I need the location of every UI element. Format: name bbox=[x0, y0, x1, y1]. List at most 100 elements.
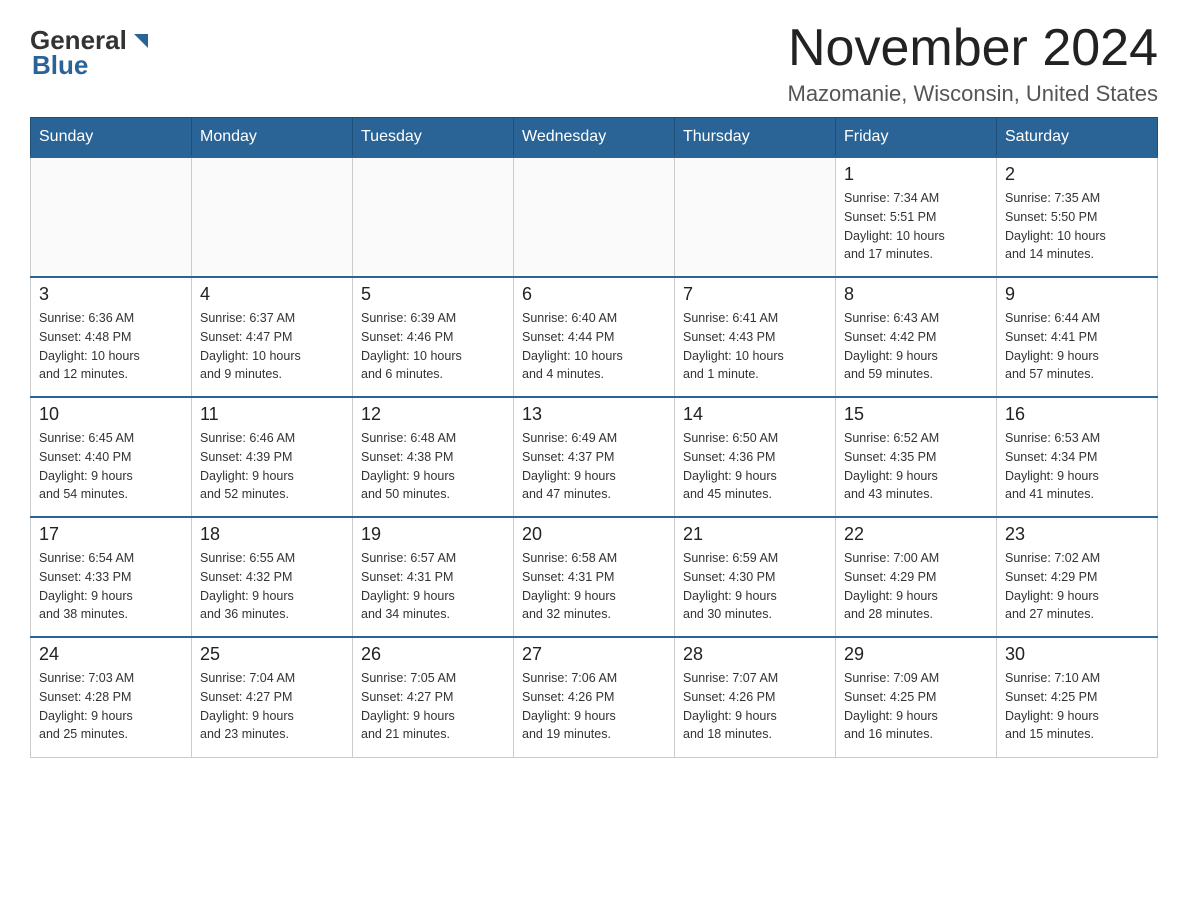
calendar-cell: 13Sunrise: 6:49 AM Sunset: 4:37 PM Dayli… bbox=[514, 397, 675, 517]
day-number: 12 bbox=[361, 404, 505, 425]
month-title: November 2024 bbox=[788, 20, 1159, 77]
location-subtitle: Mazomanie, Wisconsin, United States bbox=[788, 81, 1159, 107]
day-info: Sunrise: 6:37 AM Sunset: 4:47 PM Dayligh… bbox=[200, 309, 344, 384]
weekday-header-row: SundayMondayTuesdayWednesdayThursdayFrid… bbox=[31, 118, 1158, 158]
day-info: Sunrise: 6:57 AM Sunset: 4:31 PM Dayligh… bbox=[361, 549, 505, 624]
calendar-cell: 12 Sunrise: 6:48 AM Sunset: 4:38 PM Dayli… bbox=[353, 397, 514, 517]
day-number: 18 bbox=[200, 524, 344, 545]
day-info: Sunrise: 6:44 AM Sunset: 4:41 PM Dayligh… bbox=[1005, 309, 1149, 384]
day-info: Sunrise: 6:55 AM Sunset: 4:32 PM Dayligh… bbox=[200, 549, 344, 624]
calendar-cell: 14 Sunrise: 6:50 AM Sunset: 4:36 PM Dayli… bbox=[675, 397, 836, 517]
calendar-cell: 16Sunrise: 6:53 AM Sunset: 4:34 PM Dayli… bbox=[997, 397, 1158, 517]
calendar-cell: 17Sunrise: 6:54 AM Sunset: 4:33 PM Dayli… bbox=[31, 517, 192, 637]
day-info: Sunrise: 7:00 AM Sunset: 4:29 PM Dayligh… bbox=[844, 549, 988, 624]
day-info: Sunrise: 7:04 AM Sunset: 4:27 PM Dayligh… bbox=[200, 669, 344, 744]
calendar-cell: 21 Sunrise: 6:59 AM Sunset: 4:30 PM Dayli… bbox=[675, 517, 836, 637]
calendar-cell: 9 Sunrise: 6:44 AM Sunset: 4:41 PM Daylig… bbox=[997, 277, 1158, 397]
day-info: Sunrise: 6:52 AM Sunset: 4:35 PM Dayligh… bbox=[844, 429, 988, 504]
day-info: Sunrise: 7:05 AM Sunset: 4:27 PM Dayligh… bbox=[361, 669, 505, 744]
logo-blue: Blue bbox=[32, 50, 88, 81]
day-number: 19 bbox=[361, 524, 505, 545]
day-number: 26 bbox=[361, 644, 505, 665]
week-row-3: 10 Sunrise: 6:45 AM Sunset: 4:40 PM Dayli… bbox=[31, 397, 1158, 517]
day-number: 16 bbox=[1005, 404, 1149, 425]
day-info: Sunrise: 6:40 AM Sunset: 4:44 PM Dayligh… bbox=[522, 309, 666, 384]
day-info: Sunrise: 6:43 AM Sunset: 4:42 PM Dayligh… bbox=[844, 309, 988, 384]
day-info: Sunrise: 7:02 AM Sunset: 4:29 PM Dayligh… bbox=[1005, 549, 1149, 624]
day-info: Sunrise: 6:59 AM Sunset: 4:30 PM Dayligh… bbox=[683, 549, 827, 624]
day-number: 30 bbox=[1005, 644, 1149, 665]
weekday-header-friday: Friday bbox=[836, 118, 997, 158]
day-info: Sunrise: 6:46 AM Sunset: 4:39 PM Dayligh… bbox=[200, 429, 344, 504]
weekday-header-monday: Monday bbox=[192, 118, 353, 158]
day-number: 8 bbox=[844, 284, 988, 305]
day-number: 29 bbox=[844, 644, 988, 665]
weekday-header-wednesday: Wednesday bbox=[514, 118, 675, 158]
logo: General Blue bbox=[30, 20, 151, 81]
calendar-cell: 30 Sunrise: 7:10 AM Sunset: 4:25 PM Dayli… bbox=[997, 637, 1158, 757]
day-number: 11 bbox=[200, 404, 344, 425]
day-info: Sunrise: 7:07 AM Sunset: 4:26 PM Dayligh… bbox=[683, 669, 827, 744]
day-number: 20 bbox=[522, 524, 666, 545]
day-info: Sunrise: 6:50 AM Sunset: 4:36 PM Dayligh… bbox=[683, 429, 827, 504]
calendar-cell: 15 Sunrise: 6:52 AM Sunset: 4:35 PM Dayli… bbox=[836, 397, 997, 517]
weekday-header-tuesday: Tuesday bbox=[353, 118, 514, 158]
day-info: Sunrise: 7:34 AM Sunset: 5:51 PM Dayligh… bbox=[844, 189, 988, 264]
calendar-cell: 2 Sunrise: 7:35 AM Sunset: 5:50 PM Daylig… bbox=[997, 157, 1158, 277]
calendar-cell: 7Sunrise: 6:41 AM Sunset: 4:43 PM Daylig… bbox=[675, 277, 836, 397]
calendar-cell: 19 Sunrise: 6:57 AM Sunset: 4:31 PM Dayli… bbox=[353, 517, 514, 637]
weekday-header-sunday: Sunday bbox=[31, 118, 192, 158]
calendar-cell: 6 Sunrise: 6:40 AM Sunset: 4:44 PM Daylig… bbox=[514, 277, 675, 397]
calendar-cell: 26 Sunrise: 7:05 AM Sunset: 4:27 PM Dayli… bbox=[353, 637, 514, 757]
day-number: 28 bbox=[683, 644, 827, 665]
day-number: 6 bbox=[522, 284, 666, 305]
day-number: 5 bbox=[361, 284, 505, 305]
calendar-cell: 10 Sunrise: 6:45 AM Sunset: 4:40 PM Dayli… bbox=[31, 397, 192, 517]
calendar-cell: 5 Sunrise: 6:39 AM Sunset: 4:46 PM Daylig… bbox=[353, 277, 514, 397]
title-section: November 2024 Mazomanie, Wisconsin, Unit… bbox=[788, 20, 1159, 107]
day-number: 9 bbox=[1005, 284, 1149, 305]
calendar-cell: 27Sunrise: 7:06 AM Sunset: 4:26 PM Dayli… bbox=[514, 637, 675, 757]
day-number: 21 bbox=[683, 524, 827, 545]
calendar-cell: 25 Sunrise: 7:04 AM Sunset: 4:27 PM Dayli… bbox=[192, 637, 353, 757]
day-number: 17 bbox=[39, 524, 183, 545]
week-row-1: 1 Sunrise: 7:34 AM Sunset: 5:51 PM Daylig… bbox=[31, 157, 1158, 277]
calendar-cell: 28 Sunrise: 7:07 AM Sunset: 4:26 PM Dayli… bbox=[675, 637, 836, 757]
day-number: 22 bbox=[844, 524, 988, 545]
calendar-cell bbox=[31, 157, 192, 277]
day-info: Sunrise: 7:10 AM Sunset: 4:25 PM Dayligh… bbox=[1005, 669, 1149, 744]
calendar-cell bbox=[353, 157, 514, 277]
calendar-cell: 18 Sunrise: 6:55 AM Sunset: 4:32 PM Dayli… bbox=[192, 517, 353, 637]
page-header: General Blue November 2024 Mazomanie, Wi… bbox=[30, 20, 1158, 107]
day-info: Sunrise: 6:48 AM Sunset: 4:38 PM Dayligh… bbox=[361, 429, 505, 504]
day-number: 1 bbox=[844, 164, 988, 185]
day-number: 13 bbox=[522, 404, 666, 425]
day-number: 14 bbox=[683, 404, 827, 425]
calendar-cell: 23 Sunrise: 7:02 AM Sunset: 4:29 PM Dayli… bbox=[997, 517, 1158, 637]
day-info: Sunrise: 7:09 AM Sunset: 4:25 PM Dayligh… bbox=[844, 669, 988, 744]
calendar-cell bbox=[675, 157, 836, 277]
day-number: 10 bbox=[39, 404, 183, 425]
calendar-cell: 3 Sunrise: 6:36 AM Sunset: 4:48 PM Daylig… bbox=[31, 277, 192, 397]
day-info: Sunrise: 6:41 AM Sunset: 4:43 PM Dayligh… bbox=[683, 309, 827, 384]
day-info: Sunrise: 6:39 AM Sunset: 4:46 PM Dayligh… bbox=[361, 309, 505, 384]
calendar-cell: 22 Sunrise: 7:00 AM Sunset: 4:29 PM Dayli… bbox=[836, 517, 997, 637]
day-number: 3 bbox=[39, 284, 183, 305]
calendar-cell bbox=[514, 157, 675, 277]
calendar-cell: 4Sunrise: 6:37 AM Sunset: 4:47 PM Daylig… bbox=[192, 277, 353, 397]
day-info: Sunrise: 6:36 AM Sunset: 4:48 PM Dayligh… bbox=[39, 309, 183, 384]
day-info: Sunrise: 7:35 AM Sunset: 5:50 PM Dayligh… bbox=[1005, 189, 1149, 264]
calendar-cell: 1 Sunrise: 7:34 AM Sunset: 5:51 PM Daylig… bbox=[836, 157, 997, 277]
day-number: 15 bbox=[844, 404, 988, 425]
logo-triangle-icon bbox=[128, 30, 150, 52]
week-row-4: 17Sunrise: 6:54 AM Sunset: 4:33 PM Dayli… bbox=[31, 517, 1158, 637]
week-row-5: 24Sunrise: 7:03 AM Sunset: 4:28 PM Dayli… bbox=[31, 637, 1158, 757]
day-number: 2 bbox=[1005, 164, 1149, 185]
day-number: 23 bbox=[1005, 524, 1149, 545]
day-info: Sunrise: 6:45 AM Sunset: 4:40 PM Dayligh… bbox=[39, 429, 183, 504]
day-number: 25 bbox=[200, 644, 344, 665]
calendar-cell: 20Sunrise: 6:58 AM Sunset: 4:31 PM Dayli… bbox=[514, 517, 675, 637]
day-number: 27 bbox=[522, 644, 666, 665]
calendar-cell: 11 Sunrise: 6:46 AM Sunset: 4:39 PM Dayli… bbox=[192, 397, 353, 517]
weekday-header-saturday: Saturday bbox=[997, 118, 1158, 158]
